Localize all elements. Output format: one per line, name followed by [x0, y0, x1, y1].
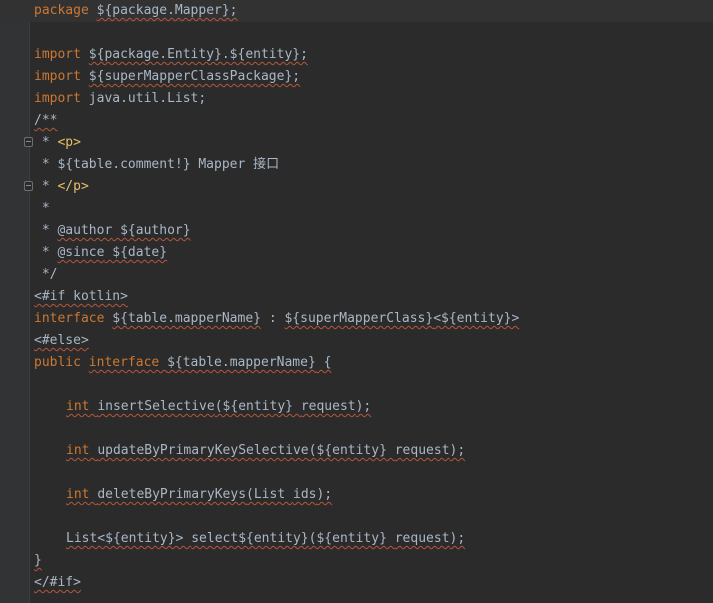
fold-marker-icon[interactable]: [24, 181, 33, 191]
code-text: ${package.Entity}.${entity};: [88, 47, 308, 62]
comment-text: *: [34, 245, 58, 260]
keyword: public: [34, 355, 89, 370]
keyword: int: [66, 443, 98, 458]
code-text: );: [355, 399, 372, 414]
code-line-1[interactable]: package ${package.Mapper};: [0, 0, 713, 22]
code-line-20[interactable]: [34, 418, 713, 440]
code-line-26[interactable]: }: [34, 550, 713, 572]
code-line-15[interactable]: interface ${table.mapperName} : ${superM…: [34, 308, 713, 330]
html-tag: <p>: [57, 135, 81, 150]
keyword: int: [66, 399, 98, 414]
code-line-16[interactable]: <#else>: [34, 330, 713, 352]
keyword: import: [34, 91, 89, 106]
code-line-2[interactable]: [34, 22, 713, 44]
code-text: );: [449, 443, 466, 458]
html-tag: </p>: [57, 179, 89, 194]
code-line-25[interactable]: List<${entity}> select${entity}(${entity…: [34, 528, 713, 550]
code-text: (${entity}: [308, 531, 395, 546]
keyword: import: [34, 47, 89, 62]
keyword: interface: [88, 355, 168, 370]
code-line-10[interactable]: *: [34, 198, 713, 220]
code-text: ${superMapperClassPackage};: [88, 69, 301, 84]
keyword: interface: [34, 311, 113, 326]
code-line-24[interactable]: [34, 506, 713, 528]
code-line-18[interactable]: [34, 374, 713, 396]
code-text: java.util.List;: [88, 91, 207, 106]
template-directive: <#if kotlin>: [34, 289, 128, 304]
code-line-8[interactable]: * ${table.comment!} Mapper 接口: [34, 154, 713, 176]
code-text: ${table.mapperName}: [167, 355, 316, 370]
code-line-12[interactable]: * @since ${date}: [34, 242, 713, 264]
template-directive: <#else>: [34, 333, 89, 348]
javadoc-tag: @since: [57, 245, 105, 260]
fold-marker-icon[interactable]: [24, 137, 33, 147]
code-text: {: [315, 355, 332, 370]
code-line-13[interactable]: */: [34, 264, 713, 286]
code-text: (${entity}: [214, 399, 301, 414]
code-line-6[interactable]: /**: [34, 110, 713, 132]
code-editor[interactable]: package ${package.Mapper}; import ${pack…: [0, 0, 713, 603]
keyword: int: [66, 487, 98, 502]
code-line-22[interactable]: [34, 462, 713, 484]
code-text: );: [449, 531, 466, 546]
code-text: ${table.mapperName}: [112, 311, 261, 326]
comment-text: *: [34, 223, 58, 238]
comment-text: ${author}: [112, 223, 191, 238]
code-line-3[interactable]: import ${package.Entity}.${entity};: [34, 44, 713, 66]
method-name: insertSelective: [97, 399, 215, 414]
code-text: (List: [246, 487, 293, 502]
comment-text: /**: [34, 113, 58, 128]
keyword: package: [34, 3, 97, 18]
code-line-9[interactable]: * </p>: [34, 176, 713, 198]
javadoc-tag: @author: [57, 223, 113, 238]
parameter-name: ids: [293, 487, 317, 502]
template-directive: </#if>: [34, 575, 81, 590]
code-line-14[interactable]: <#if kotlin>: [34, 286, 713, 308]
code-line-11[interactable]: * @author ${author}: [34, 220, 713, 242]
code-text: );: [316, 487, 333, 502]
code-line-17[interactable]: public interface ${table.mapperName} {: [34, 352, 713, 374]
parameter-name: request: [394, 443, 450, 458]
code-text: :: [261, 311, 285, 326]
code-text: }: [34, 553, 42, 568]
code-line-4[interactable]: import ${superMapperClassPackage};: [34, 66, 713, 88]
code-text: ${package.Mapper};: [96, 3, 238, 18]
code-line-5[interactable]: import java.util.List;: [34, 88, 713, 110]
code-text: List<${entity}>: [66, 531, 192, 546]
keyword: import: [34, 69, 89, 84]
code-line-23[interactable]: int deleteByPrimaryKeys(List ids);: [34, 484, 713, 506]
editor-gutter: [0, 0, 33, 603]
code-text: (${entity}: [308, 443, 395, 458]
parameter-name: request: [300, 399, 356, 414]
code-text: <${entity}>: [433, 311, 520, 326]
comment-text: *: [34, 201, 50, 216]
code-text: ${superMapperClass}: [284, 311, 434, 326]
comment-text: *: [34, 135, 58, 150]
comment-text: *: [34, 179, 58, 194]
code-line-21[interactable]: int updateByPrimaryKeySelective(${entity…: [34, 440, 713, 462]
comment-text: ${date}: [104, 245, 168, 260]
method-name: updateByPrimaryKeySelective: [97, 443, 309, 458]
code-area[interactable]: package ${package.Mapper}; import ${pack…: [0, 0, 713, 594]
comment-text: */: [34, 267, 58, 282]
code-line-7[interactable]: * <p>: [34, 132, 713, 154]
comment-text: * ${table.comment!} Mapper 接口: [34, 157, 280, 172]
method-name: select${entity}: [191, 531, 309, 546]
code-line-27[interactable]: </#if>: [34, 572, 713, 594]
method-name: deleteByPrimaryKeys: [97, 487, 247, 502]
code-line-19[interactable]: int insertSelective(${entity} request);: [34, 396, 713, 418]
parameter-name: request: [394, 531, 450, 546]
